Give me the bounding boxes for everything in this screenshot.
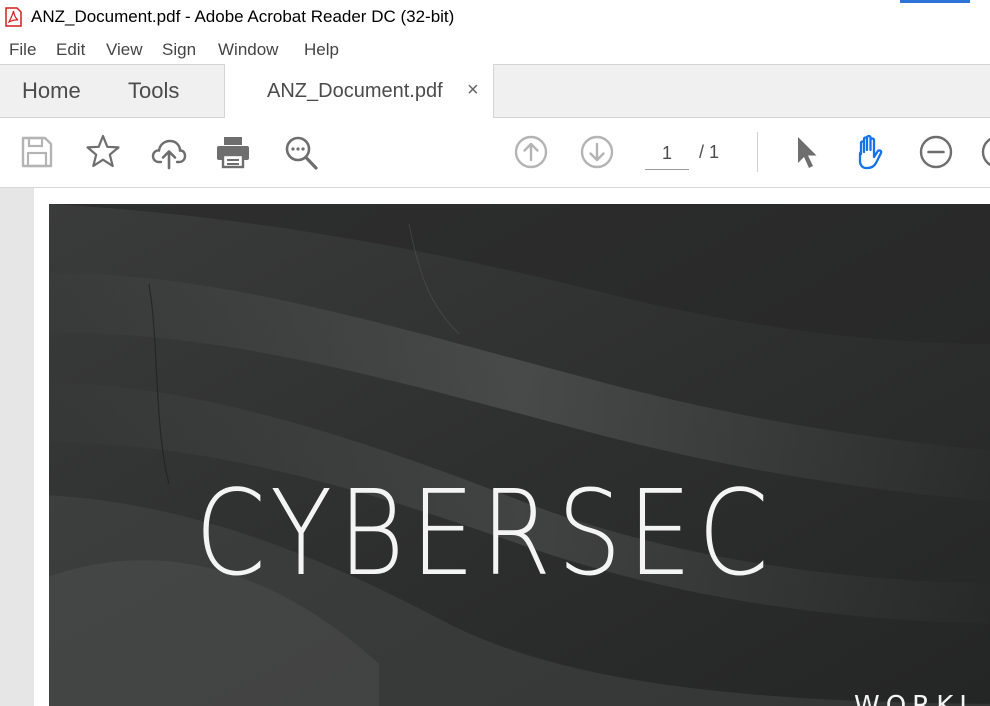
menu-window[interactable]: Window (218, 40, 278, 60)
window-title: ANZ_Document.pdf - Adobe Acrobat Reader … (31, 7, 455, 26)
save-icon[interactable] (19, 133, 55, 171)
menu-sign[interactable]: Sign (162, 40, 196, 60)
zoom-out-icon[interactable] (918, 133, 954, 171)
tab-document-label: ANZ_Document.pdf (267, 80, 443, 102)
left-panel-strip (0, 188, 34, 706)
select-arrow-icon[interactable] (788, 133, 824, 171)
menu-view[interactable]: View (106, 40, 143, 60)
menu-help[interactable]: Help (304, 40, 339, 60)
page-number-input[interactable] (645, 138, 689, 170)
page-up-icon[interactable] (513, 133, 549, 171)
tab-home[interactable]: Home (22, 78, 81, 104)
cover-image: CYBERSEC WORKI (49, 204, 990, 706)
menu-edit[interactable]: Edit (56, 40, 85, 60)
menu-file[interactable]: File (9, 40, 36, 60)
close-icon[interactable]: × (467, 79, 479, 102)
toolbar: / 1 (0, 118, 990, 188)
pdf-page: CYBERSEC WORKI (34, 188, 990, 706)
zoom-in-icon[interactable] (980, 133, 990, 171)
window-accent-bar (900, 0, 970, 3)
menu-bar: File Edit View Sign Window Help (0, 34, 990, 64)
cloud-upload-icon[interactable] (151, 133, 187, 171)
tab-tools[interactable]: Tools (128, 78, 179, 104)
cover-title: CYBERSEC (195, 464, 775, 602)
acrobat-pdf-icon (5, 7, 22, 27)
toolbar-divider (757, 132, 758, 172)
tab-document[interactable]: ANZ_Document.pdf × (224, 64, 494, 118)
page-total: / 1 (699, 142, 720, 162)
hand-tool-icon[interactable] (852, 133, 888, 171)
search-icon[interactable] (283, 133, 319, 171)
cover-subtitle: WORKI (854, 691, 973, 706)
star-icon[interactable] (85, 133, 121, 171)
page-down-icon[interactable] (579, 133, 615, 171)
document-viewer[interactable]: CYBERSEC WORKI (0, 188, 990, 706)
tab-bar: Home Tools ANZ_Document.pdf × (0, 64, 990, 118)
title-bar: ANZ_Document.pdf - Adobe Acrobat Reader … (0, 0, 990, 34)
print-icon[interactable] (215, 133, 251, 171)
